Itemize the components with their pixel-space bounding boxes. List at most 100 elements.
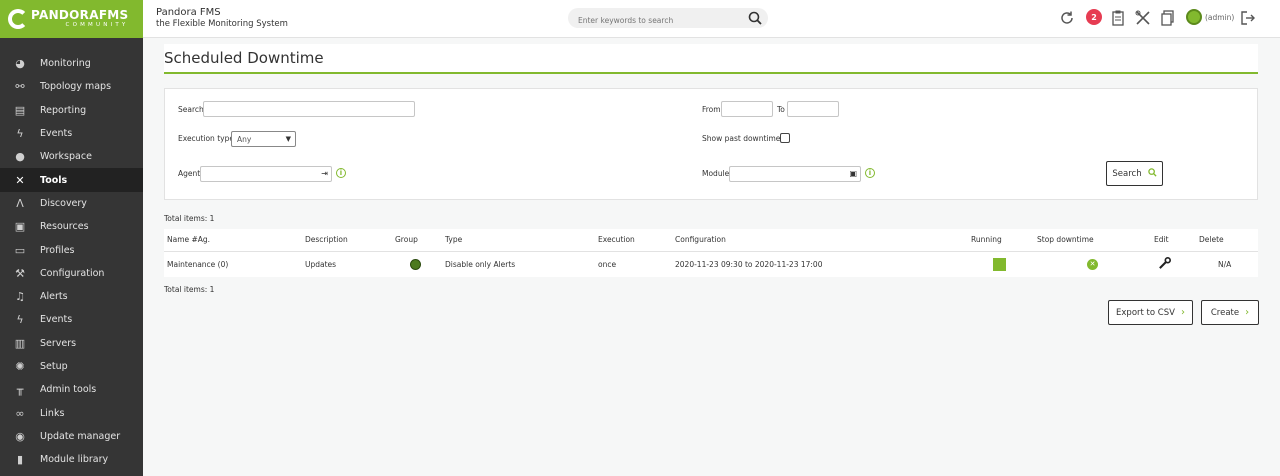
clipboard-icon[interactable] xyxy=(1109,9,1127,27)
menu-item-discovery[interactable]: Λ Discovery xyxy=(0,192,143,215)
execution-type-select[interactable]: Any ▼ xyxy=(231,131,296,147)
total-items-bottom: Total items: 1 xyxy=(164,285,215,294)
row-name[interactable]: Maintenance (0) xyxy=(164,251,302,277)
col-delete: Delete xyxy=(1196,229,1258,252)
col-type[interactable]: Type xyxy=(442,229,595,252)
search-icon[interactable] xyxy=(748,10,762,29)
top-header: Pandora FMS the Flexible Monitoring Syst… xyxy=(143,0,1280,38)
sidebar: PANDORAFMS COMMUNITY ◕ Monitoring ⚯ Topolo… xyxy=(0,0,143,476)
agent-label: Agent xyxy=(178,169,201,178)
chevron-right-icon: › xyxy=(1245,307,1250,318)
profiles-icon: ▭ xyxy=(14,243,26,257)
module-label: Module xyxy=(702,169,730,178)
agent-input[interactable]: ⇥ xyxy=(200,166,332,182)
menu-item-update-manager[interactable]: ◉ Update manager xyxy=(0,425,143,448)
menu-item-servers[interactable]: ▥ Servers xyxy=(0,332,143,355)
reporting-icon: ▤ xyxy=(14,103,26,117)
downtime-table: Name #Ag. Description Group Type Executi… xyxy=(164,229,1258,277)
menu-item-links[interactable]: ∞ Links xyxy=(0,401,143,424)
export-csv-button[interactable]: Export to CSV › xyxy=(1108,300,1193,325)
main-content: Scheduled Downtime Search Execution type… xyxy=(164,44,1259,334)
global-search xyxy=(568,8,768,31)
agent-picker-icon[interactable]: ⇥ xyxy=(321,169,328,178)
stop-downtime-icon[interactable]: ✕ xyxy=(1087,258,1098,270)
product-name: Pandora FMS xyxy=(156,7,221,18)
to-date-input[interactable] xyxy=(787,101,839,117)
link-icon: ∞ xyxy=(15,406,25,420)
menu-item-monitoring[interactable]: ◕ Monitoring xyxy=(0,52,143,75)
to-label: To xyxy=(777,105,785,114)
row-configuration: 2020-11-23 09:30 to 2020-11-23 17:00 xyxy=(675,259,823,269)
show-past-checkbox[interactable] xyxy=(780,133,790,143)
discovery-icon: Λ xyxy=(16,196,24,210)
show-past-label: Show past downtimes xyxy=(702,134,785,143)
table-header-row: Name #Ag. Description Group Type Executi… xyxy=(164,229,1258,252)
search-input[interactable] xyxy=(203,101,415,117)
notification-badge[interactable]: 2 xyxy=(1086,9,1102,25)
menu-item-configuration[interactable]: ⚒ Configuration xyxy=(0,262,143,285)
topology-icon: ⚯ xyxy=(15,80,25,94)
execution-type-label: Execution type xyxy=(178,134,234,143)
page-title: Scheduled Downtime xyxy=(164,49,324,67)
col-description[interactable]: Description xyxy=(302,229,392,252)
logout-icon[interactable] xyxy=(1239,9,1257,27)
actions-bar: Export to CSV › Create › xyxy=(164,294,1259,334)
row-execution: once xyxy=(598,259,617,269)
bolt-icon: ϟ xyxy=(16,313,24,327)
row-delete: N/A xyxy=(1218,259,1232,269)
menu-item-tools[interactable]: ✕ Tools xyxy=(0,168,143,192)
from-date-input[interactable] xyxy=(721,101,773,117)
refresh-icon[interactable] xyxy=(1058,9,1076,27)
library-icon: ▮ xyxy=(16,453,24,467)
menu-item-setup[interactable]: ✺ Setup xyxy=(0,355,143,378)
col-name[interactable]: Name #Ag. xyxy=(164,229,302,252)
menu-item-topology-maps[interactable]: ⚯ Topology maps xyxy=(0,75,143,98)
menu-item-events[interactable]: ϟ Events xyxy=(0,122,143,145)
user-avatar[interactable] xyxy=(1186,9,1202,25)
tools-icon: ✕ xyxy=(15,173,25,187)
tools-icon[interactable] xyxy=(1134,9,1152,27)
monitoring-icon: ◕ xyxy=(15,57,25,71)
menu-item-admin-tools[interactable]: ╥ Admin tools xyxy=(0,378,143,401)
gear-icon: ✺ xyxy=(15,360,25,373)
col-group[interactable]: Group xyxy=(392,229,442,252)
menu-item-resources[interactable]: ▣ Resources xyxy=(0,215,143,238)
person-icon: ● xyxy=(15,150,25,164)
col-running: Running xyxy=(968,229,1034,252)
user-name[interactable]: (admin) xyxy=(1205,13,1234,22)
module-picker-icon[interactable]: ▣ xyxy=(849,169,857,178)
copy-icon[interactable] xyxy=(1159,9,1177,27)
chevron-right-icon: › xyxy=(1180,307,1185,318)
col-execution[interactable]: Execution xyxy=(595,229,672,252)
menu-item-alerts[interactable]: ♫ Alerts xyxy=(0,285,143,308)
menu-item-workspace[interactable]: ● Workspace xyxy=(0,145,143,168)
info-icon[interactable]: i xyxy=(865,168,875,178)
menu-item-reporting[interactable]: ▤ Reporting xyxy=(0,99,143,122)
edit-wrench-icon[interactable] xyxy=(1158,256,1171,272)
col-configuration[interactable]: Configuration xyxy=(672,229,968,252)
bell-icon: ♫ xyxy=(15,290,25,304)
search-icon xyxy=(1147,167,1157,180)
menu-item-profiles[interactable]: ▭ Profiles xyxy=(0,238,143,261)
product-slogan: the Flexible Monitoring System xyxy=(156,19,288,29)
menu-item-module-library[interactable]: ▮ Module library xyxy=(0,448,143,471)
admin-tools-icon: ╥ xyxy=(16,383,24,397)
resources-icon: ▣ xyxy=(14,220,26,234)
table-row: Maintenance (0) Updates Disable only Ale… xyxy=(164,251,1258,277)
search-label: Search xyxy=(178,105,204,114)
menu-item-events-2[interactable]: ϟ Events xyxy=(0,308,143,331)
info-icon[interactable]: i xyxy=(336,168,346,178)
logo[interactable]: PANDORAFMS COMMUNITY xyxy=(0,0,143,38)
row-type: Disable only Alerts xyxy=(445,259,516,269)
global-search-input[interactable] xyxy=(568,10,733,31)
module-input[interactable]: ▣ xyxy=(729,166,861,182)
logo-brand: PANDORAFMS xyxy=(31,8,129,23)
main-menu: ◕ Monitoring ⚯ Topology maps ▤ Reporting ϟE… xyxy=(0,52,143,471)
filter-panel: Search Execution type Any ▼ Agent ⇥ i Fr… xyxy=(164,88,1258,200)
pandora-logo-icon xyxy=(8,9,28,29)
row-description: Updates xyxy=(305,259,337,269)
search-button[interactable]: Search xyxy=(1106,161,1163,186)
group-icon xyxy=(410,258,421,270)
create-button[interactable]: Create › xyxy=(1201,300,1259,325)
update-icon: ◉ xyxy=(15,429,25,443)
